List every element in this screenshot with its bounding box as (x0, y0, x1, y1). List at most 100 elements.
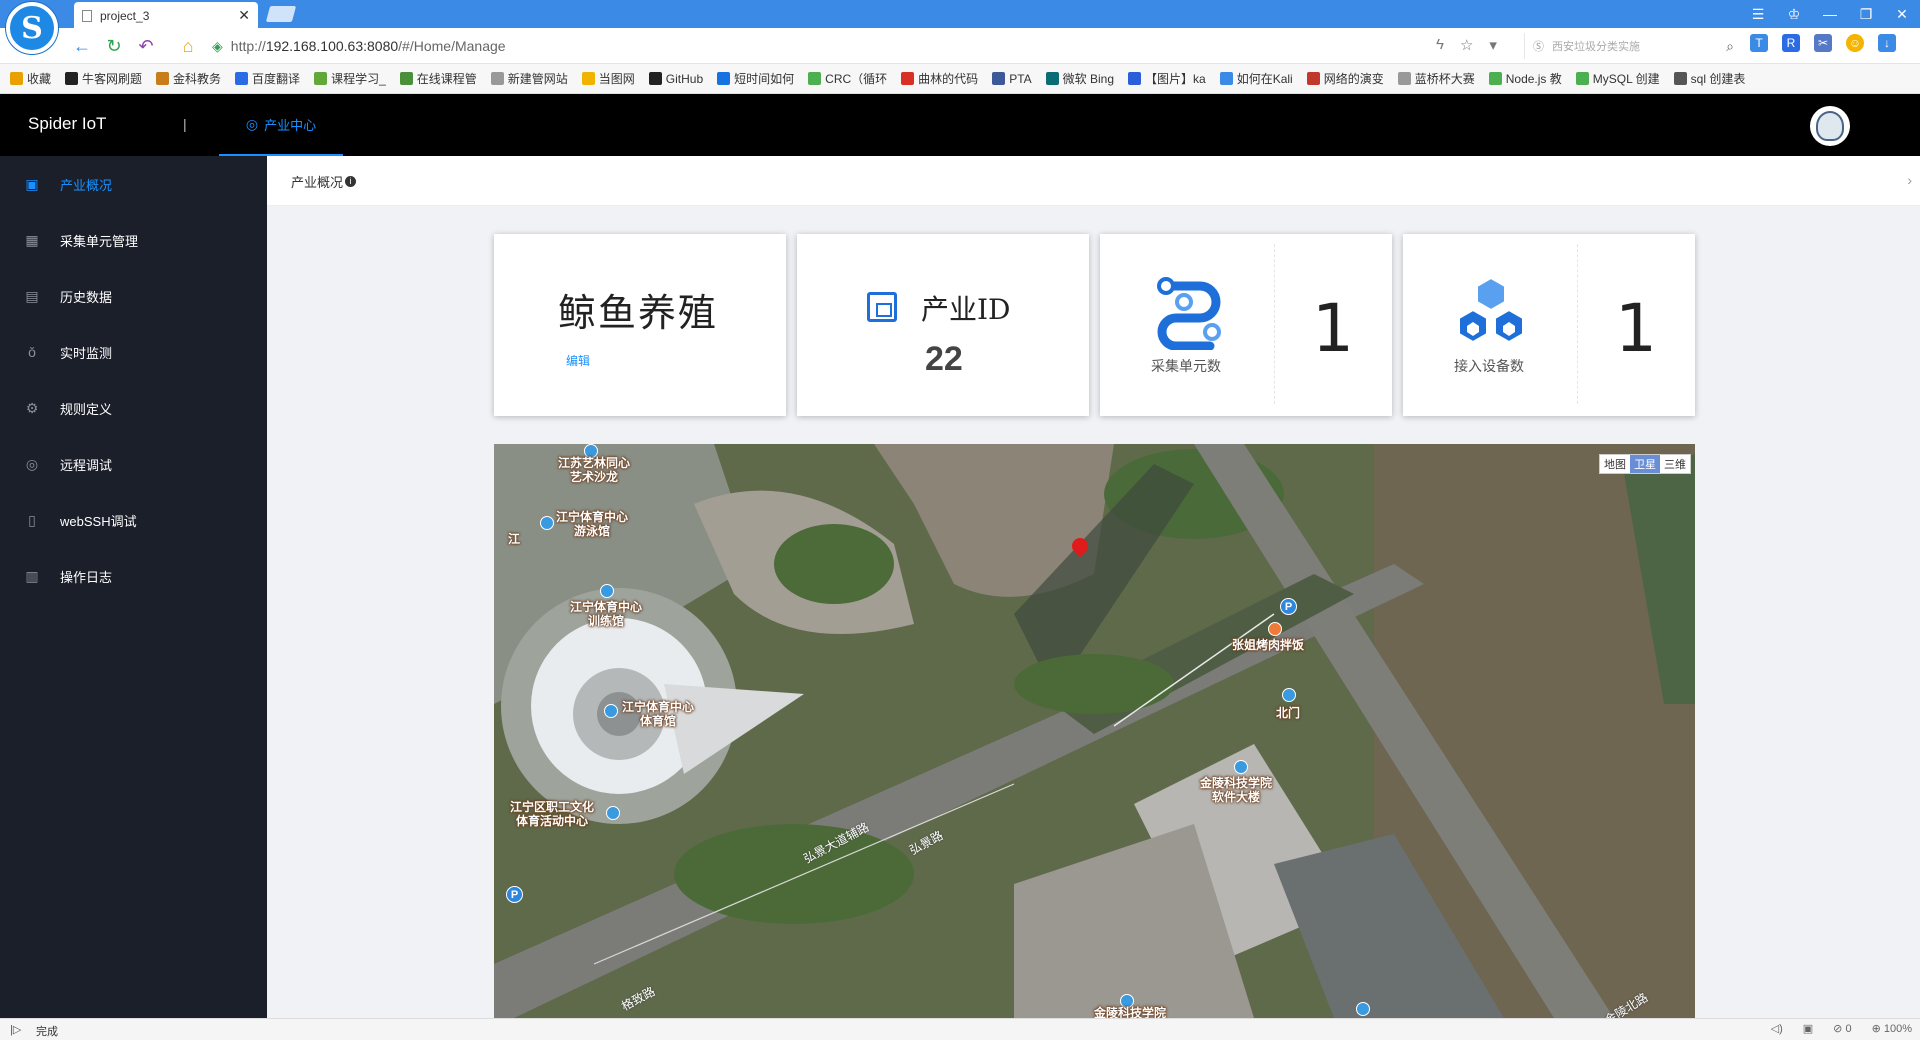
bookmark-item[interactable]: 百度翻译 (235, 70, 300, 87)
close-tab-icon[interactable]: ✕ (238, 7, 250, 24)
bookmark-item[interactable]: Node.js 教 (1488, 70, 1562, 87)
bookmark-item[interactable]: 收藏 (10, 70, 51, 87)
scissors-icon[interactable]: ✂ (1814, 34, 1832, 52)
runoob-icon (1575, 72, 1589, 85)
bookmark-item[interactable]: 蓝桥杯大赛 (1397, 70, 1475, 87)
restore-icon[interactable]: ❐ (1848, 0, 1884, 28)
dropdown-icon[interactable]: ▾ (1489, 36, 1497, 54)
bookmark-item[interactable]: 曲林的代码 (901, 70, 978, 87)
nav-industry-center[interactable]: ◎ 产业中心 (219, 94, 343, 156)
zoom-level[interactable]: ⊕ 100% (1872, 1022, 1912, 1035)
poi-software[interactable]: 金陵科技学院 软件大楼 (1200, 776, 1272, 804)
edit-link[interactable]: 编辑 (566, 352, 590, 369)
avatar[interactable] (1810, 106, 1850, 146)
browser-tab[interactable]: project_3 ✕ (74, 2, 258, 29)
sidebar-item[interactable]: ▦ 采集单元管理 (0, 212, 267, 268)
poi-college[interactable]: 金陵科技学院 (1094, 1006, 1166, 1018)
star-icon (10, 72, 23, 85)
poi-train[interactable]: 江宁体育中心 训练馆 (570, 600, 642, 628)
poi-art-center[interactable]: 江苏艺林同心 艺术沙龙 (558, 456, 630, 484)
map-type-button[interactable]: 卫星 (1630, 455, 1660, 473)
sidebar-item[interactable]: ▥ 操作日志 (0, 548, 267, 604)
parking-icon[interactable]: P (1280, 598, 1297, 615)
poi-jiang[interactable]: 江 (508, 532, 520, 546)
blocked-count[interactable]: ⊘ 0 (1833, 1022, 1851, 1035)
download-icon[interactable]: ↓ (1878, 34, 1896, 52)
browser-logo-icon[interactable]: S (6, 2, 58, 54)
bookmark-item[interactable]: MySQL 创建 (1575, 70, 1660, 87)
bookmark-label: 微软 Bing (1062, 72, 1114, 86)
sidebar-item[interactable]: ▯ webSSH调试 (0, 492, 267, 548)
bookmark-item[interactable]: 短时间如何 (717, 70, 794, 87)
bookmark-item[interactable]: 新建管网站 (490, 70, 568, 87)
chevron-right-icon[interactable]: › (1907, 172, 1912, 188)
poi-label: 江苏艺林同心 艺术沙龙 (558, 456, 631, 484)
poi-gym[interactable]: 江宁体育中心 体育馆 (622, 700, 694, 728)
info-icon[interactable]: i (345, 176, 357, 187)
bookmark-item[interactable]: 【图片】ka (1128, 70, 1206, 87)
poi-north-gate[interactable]: 北门 (1276, 706, 1300, 720)
page-icon (490, 72, 504, 85)
minimize-icon[interactable]: — (1812, 0, 1848, 28)
flash-icon[interactable]: ϟ (1436, 36, 1444, 54)
bookmark-item[interactable]: sql 创建表 (1673, 70, 1745, 87)
undo-icon[interactable]: ↶ (134, 34, 158, 58)
bottle-icon: ▯ (28, 511, 36, 528)
zoom-value: 100% (1883, 1023, 1912, 1035)
map-type-button[interactable]: 三维 (1660, 455, 1690, 473)
sidebar-item[interactable]: ǒ 实时监测 (0, 324, 267, 380)
back-icon[interactable]: ← (70, 34, 94, 58)
poi-restaurant[interactable]: 张姐烤肉拌饭 (1232, 638, 1304, 652)
bookmark-item[interactable]: 在线课程管 (399, 70, 477, 87)
screenshot-icon[interactable]: ▣ (1803, 1022, 1813, 1035)
new-tab-button[interactable] (265, 6, 297, 22)
url-field[interactable]: ◈ http://192.168.100.63:8080/#/Home/Mana… (212, 33, 1512, 59)
poi-label: 金陵科技学院 软件大楼 (1200, 776, 1273, 804)
refresh-icon[interactable]: ↻ (102, 34, 126, 58)
poi-culture[interactable]: 江宁区职工文化 体育活动中心 (510, 800, 594, 828)
bookmark-item[interactable]: 课程学习_ (314, 70, 386, 87)
bookmark-label: 百度翻译 (252, 72, 301, 86)
poi-marker-icon (606, 806, 620, 820)
map-type-button[interactable]: 地图 (1600, 455, 1630, 473)
search-input[interactable]: Ⓢ 西安垃圾分类实施 ⌕ (1524, 33, 1740, 59)
devices-cubes-icon (1458, 276, 1524, 344)
emoji-icon[interactable]: ☺ (1846, 34, 1864, 52)
online-course-icon (399, 72, 413, 85)
parking-icon[interactable]: P (506, 886, 523, 903)
sidebar-item[interactable]: ▣ 产业概况 (0, 156, 267, 212)
menu-icon[interactable]: ☰ (1740, 0, 1776, 28)
volume-icon[interactable]: ◁) (1771, 1022, 1783, 1035)
sidebar-item[interactable]: ⚙ 规则定义 (0, 380, 267, 436)
play-icon[interactable]: |▷ (10, 1023, 21, 1036)
translate-tool-icon[interactable]: T (1750, 34, 1768, 52)
bookmark-item[interactable]: CRC（循环 (808, 70, 887, 87)
poi-swim[interactable]: 江宁体育中心 游泳馆 (556, 510, 628, 538)
bookmark-label: 金科教务 (173, 72, 222, 86)
reader-tool-icon[interactable]: R (1782, 34, 1800, 52)
satellite-map[interactable]: 地图 卫星 三维 江苏艺林同心 艺术沙龙 江宁体育中心 游泳馆 江 江宁体育中心 训… (494, 444, 1695, 1018)
bookmark-item[interactable]: 微软 Bing (1045, 70, 1114, 87)
status-right: ◁) ▣ ⊘ 0 ⊕ 100% (1771, 1022, 1912, 1035)
bookmark-item[interactable]: 当图网 (581, 70, 635, 87)
bookmark-item[interactable]: 网络的演变 (1306, 70, 1384, 87)
sidebar-item[interactable]: ▤ 历史数据 (0, 268, 267, 324)
bookmark-item[interactable]: 牛客网刷题 (65, 70, 142, 87)
bookmark-item[interactable]: GitHub (648, 72, 703, 86)
sidebar-item-label: webSSH调试 (60, 513, 137, 529)
search-icon[interactable]: ⌕ (1726, 38, 1734, 55)
home-icon[interactable]: ⌂ (176, 34, 200, 58)
bookmark-item[interactable]: 如何在Kali (1219, 70, 1293, 87)
baidu-paw-icon (1128, 72, 1141, 85)
brand-title: Spider IoT (28, 114, 107, 133)
pta-icon (992, 72, 1006, 85)
sidebar-item[interactable]: ◎ 远程调试 (0, 436, 267, 492)
bookmark-star-icon[interactable]: ☆ (1460, 36, 1473, 54)
bookmark-label: 【图片】ka (1145, 72, 1206, 86)
bookmark-item[interactable]: PTA (992, 72, 1032, 86)
address-bar: ← ↻ ↶ ⌂ ◈ http://192.168.100.63:8080/#/H… (0, 28, 1920, 64)
skin-icon[interactable]: ♔ (1776, 0, 1812, 28)
close-window-icon[interactable]: ✕ (1884, 0, 1920, 28)
bookmark-item[interactable]: 金科教务 (156, 70, 221, 87)
bookmark-label: 收藏 (27, 72, 52, 86)
